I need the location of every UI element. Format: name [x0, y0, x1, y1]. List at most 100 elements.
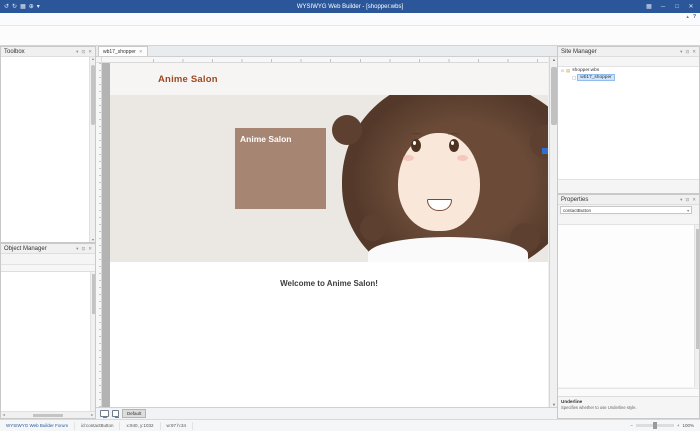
status-object-id: id:contactButton — [75, 422, 120, 430]
add-breakpoint-icon[interactable] — [112, 410, 119, 417]
object-tree — [1, 272, 90, 411]
ribbon — [0, 26, 700, 46]
zoom-out-icon[interactable]: − — [630, 423, 633, 428]
close-icon[interactable]: ✕ — [692, 49, 696, 55]
title-bar: ↺↻▦⊕▾ WYSIWYG Web Builder - [shopper.wbs… — [0, 0, 700, 13]
scroll-left-icon[interactable]: ◄ — [2, 413, 5, 417]
properties-scrollbar[interactable] — [694, 225, 699, 387]
zoom-level: 100% — [682, 423, 694, 428]
properties-panel: Properties ▾⊡✕ contactButton ▾ Underline… — [557, 194, 700, 419]
zoom-slider-thumb[interactable] — [653, 422, 657, 429]
pin-icon[interactable]: ⊡ — [81, 246, 85, 252]
chevron-down-icon: ▾ — [687, 208, 689, 213]
hero-text-overlay[interactable]: Anime Salon — [235, 128, 326, 209]
properties-quick-links — [558, 388, 699, 396]
hero-section[interactable]: Anime Salon — [110, 95, 548, 262]
selected-object-label: contactButton — [563, 208, 591, 213]
object-manager-panel: Object Manager ▾⊡✕ ◄► — [0, 243, 96, 419]
close-icon[interactable]: ✕ — [692, 197, 696, 203]
breakpoint-default-button[interactable]: Default — [122, 409, 146, 418]
property-help-box: Underline Specifies whether to use Under… — [558, 396, 699, 418]
site-manager-toolbar — [558, 57, 699, 67]
help-icon[interactable]: ? — [693, 14, 696, 20]
welcome-heading[interactable]: Welcome to Anime Salon! — [110, 279, 548, 288]
toolbox-panel: Toolbox ▾⊡✕ ▲ ▼ — [0, 46, 96, 243]
site-root-row[interactable]: ⊟ ▤ shopper.wbs — [558, 67, 699, 74]
minimize-icon[interactable]: ─ — [656, 4, 670, 10]
collapse-ribbon-icon[interactable]: ▴ — [686, 14, 689, 20]
window-controls: ▦─□✕ — [642, 0, 698, 13]
scroll-thumb[interactable] — [91, 65, 95, 125]
expand-icon[interactable]: ⊟ — [561, 69, 564, 73]
object-manager-header: Object Manager ▾⊡✕ — [1, 244, 95, 254]
page-header-band[interactable]: Anime Salon — [110, 63, 548, 95]
page-design-surface[interactable]: Anime Salon Anime Salon Welcome — [110, 63, 548, 407]
help-property-description: Specifies whether to use Underline style… — [561, 405, 696, 410]
site-manager-panel: Site Manager ▾⊡✕ ⊟ ▤ shopper.wbs ▢ wb17_… — [557, 46, 700, 194]
site-logo[interactable]: Anime Salon — [158, 74, 218, 85]
zoom-slider[interactable] — [636, 424, 674, 427]
properties-header: Properties ▾⊡✕ — [558, 195, 699, 205]
panel-menu-icon[interactable]: ▾ — [76, 246, 78, 252]
site-root-label: shopper.wbs — [572, 68, 599, 73]
panel-menu-icon[interactable]: ▾ — [680, 49, 682, 55]
canvas-vertical-scrollbar[interactable]: ▲ ▼ — [549, 57, 557, 407]
hero-image-detail — [332, 115, 362, 145]
toolbox-scrollbar[interactable]: ▲ ▼ — [89, 57, 95, 242]
object-manager-title: Object Manager — [4, 246, 47, 252]
scroll-thumb[interactable] — [33, 414, 63, 417]
hero-face-detail — [448, 133, 460, 137]
folder-icon: ▤ — [566, 68, 570, 74]
help-property-name: Underline — [561, 399, 696, 404]
site-page-row[interactable]: ▢ wb17_shopper — [558, 74, 699, 81]
hero-title: Anime Salon — [240, 134, 321, 144]
close-icon[interactable]: ✕ — [88, 49, 92, 55]
properties-toolbar — [558, 216, 699, 225]
restore-icon[interactable]: □ — [670, 4, 684, 10]
hero-face-detail — [410, 133, 422, 137]
object-tree-hscrollbar[interactable]: ◄► — [1, 411, 95, 418]
object-manager-columns — [1, 265, 95, 272]
properties-grid — [558, 225, 694, 387]
panel-menu-icon[interactable]: ▾ — [76, 49, 78, 55]
layout-icon[interactable]: ▦ — [642, 3, 656, 10]
site-manager-header: Site Manager ▾⊡✕ — [558, 47, 699, 57]
close-icon[interactable]: ✕ — [88, 246, 92, 252]
toolbox-list — [1, 57, 89, 242]
hero-face-detail — [457, 155, 468, 161]
object-tree-scrollbar[interactable] — [90, 272, 95, 411]
forum-link[interactable]: WYSIWYG Web Builder Forum — [0, 422, 75, 430]
hero-face-detail — [403, 155, 414, 161]
hero-image-detail — [360, 215, 386, 241]
scroll-right-icon[interactable]: ► — [91, 413, 94, 417]
site-manager-footer — [558, 179, 699, 193]
carousel-handle[interactable] — [542, 148, 548, 154]
zoom-in-icon[interactable]: + — [677, 423, 680, 428]
toolbox-title: Toolbox — [4, 49, 25, 55]
toolbox-header: Toolbox ▾⊡✕ — [1, 47, 95, 57]
desktop-breakpoint-icon[interactable] — [100, 410, 109, 417]
close-tab-icon[interactable]: ✕ — [139, 49, 143, 55]
status-size: w:97 h:34 — [161, 422, 194, 430]
pin-icon[interactable]: ⊡ — [685, 197, 689, 203]
zoom-control: − + 100% — [630, 423, 700, 428]
document-tab[interactable]: wb17_shopper ✕ — [98, 46, 148, 56]
pin-icon[interactable]: ⊡ — [81, 49, 85, 55]
panel-menu-icon[interactable]: ▾ — [680, 197, 682, 203]
object-manager-toolbar — [1, 254, 95, 265]
site-page-label: wb17_shopper — [578, 75, 613, 80]
close-icon[interactable]: ✕ — [684, 3, 698, 10]
document-tab-label: wb17_shopper — [103, 49, 136, 55]
design-canvas[interactable]: Anime Salon Anime Salon Welcome — [102, 63, 548, 407]
properties-title: Properties — [561, 197, 588, 203]
pin-icon[interactable]: ⊡ — [685, 49, 689, 55]
object-selector-dropdown[interactable]: contactButton ▾ — [560, 206, 692, 214]
document-tab-bar: wb17_shopper ✕ — [96, 46, 557, 57]
status-bar: WYSIWYG Web Builder Forum id:contactButt… — [0, 419, 700, 431]
window-title: WYSIWYG Web Builder - [shopper.wbs] — [0, 4, 700, 10]
site-manager-title: Site Manager — [561, 49, 597, 55]
welcome-section[interactable]: Welcome to Anime Salon! — [110, 262, 548, 407]
ribbon-extras: ▴ ? — [686, 14, 696, 20]
hero-face-detail — [411, 139, 421, 152]
hero-face-detail — [449, 139, 459, 152]
